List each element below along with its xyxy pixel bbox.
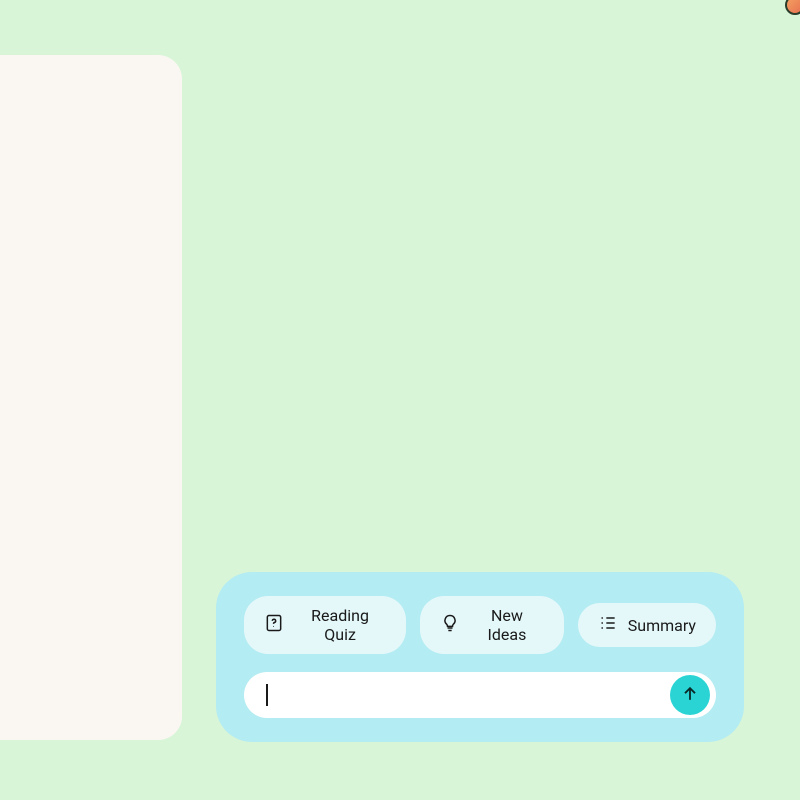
chat-panel: Reading Quiz New Ideas Summary — [216, 572, 744, 742]
list-icon — [598, 613, 618, 637]
send-button[interactable] — [670, 675, 710, 715]
quiz-icon — [264, 613, 284, 637]
arrow-up-icon — [680, 684, 700, 707]
lightbulb-icon — [440, 613, 460, 637]
chat-input-row — [244, 672, 716, 718]
chip-label: New Ideas — [470, 606, 544, 644]
document-panel: who is considered to be o the poet Lord … — [0, 55, 182, 740]
chip-label: Summary — [628, 616, 696, 635]
avatar[interactable] — [785, 0, 800, 15]
suggestion-chips: Reading Quiz New Ideas Summary — [244, 596, 716, 654]
new-ideas-chip[interactable]: New Ideas — [420, 596, 564, 654]
document-paragraph: the development of cal Engine from Frenc… — [0, 413, 152, 526]
document-fade-overlay — [0, 630, 182, 740]
document-paragraph: who is considered to be o the poet Lord … — [0, 210, 152, 255]
reading-quiz-chip[interactable]: Reading Quiz — [244, 596, 406, 654]
summary-chip[interactable]: Summary — [578, 603, 716, 647]
chip-label: Reading Quiz — [294, 606, 386, 644]
document-paragraph: is tutored by some of t Charles Babbage,… — [0, 289, 152, 379]
